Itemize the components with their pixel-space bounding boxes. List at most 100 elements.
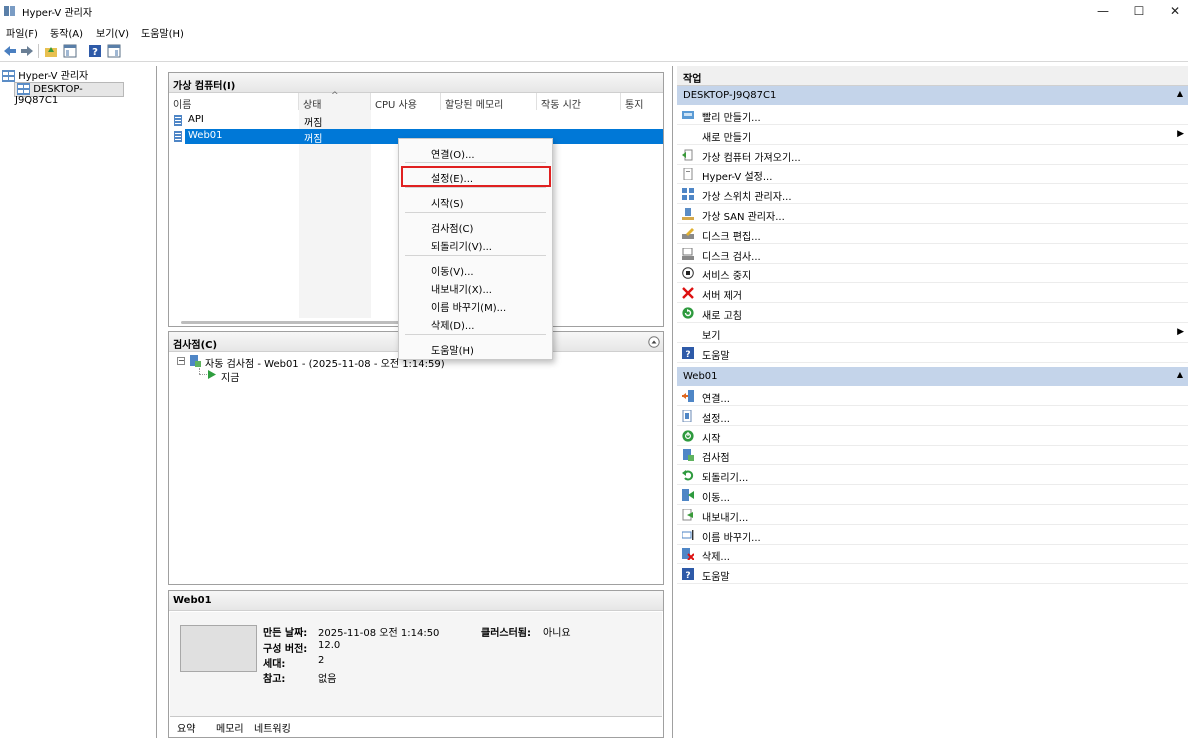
- checkpoint-now[interactable]: 지금: [221, 369, 239, 384]
- action-vm-item[interactable]: 삭제...: [677, 545, 1188, 565]
- checkpoint-icon: [682, 449, 694, 462]
- close-button[interactable]: ✕: [1157, 0, 1188, 22]
- action-server-item[interactable]: 서버 제거: [677, 284, 1188, 304]
- context-menu-item[interactable]: 연결(O)...: [399, 143, 552, 161]
- forward-arrow-icon[interactable]: [20, 44, 34, 58]
- action-vm-item[interactable]: 이름 바꾸기...: [677, 526, 1188, 545]
- context-menu-item[interactable]: 되돌리기(V)...: [399, 235, 552, 253]
- server-icon: [17, 83, 30, 95]
- action-server-item[interactable]: 디스크 편집...: [677, 225, 1188, 244]
- action-vm-item[interactable]: 되돌리기...: [677, 466, 1188, 486]
- action-vm-item[interactable]: 시작: [677, 427, 1188, 446]
- toolbar-divider: [38, 44, 39, 58]
- action-vm-item-label: 삭제...: [702, 552, 730, 564]
- context-menu-item[interactable]: 삭제(D)...: [399, 314, 552, 332]
- switch-icon: [682, 188, 694, 201]
- action-vm-item-label: 이동...: [702, 493, 730, 504]
- action-server-item[interactable]: ? 도움말: [677, 344, 1188, 363]
- collapse-caret-icon[interactable]: ▲: [1177, 370, 1183, 379]
- action-server-header[interactable]: DESKTOP-J9Q87C1 ▲: [677, 86, 1188, 105]
- notes-value: 없음: [318, 674, 337, 685]
- action-vm-item[interactable]: 검사점: [677, 446, 1188, 466]
- show-hide-tree-icon[interactable]: [63, 44, 77, 58]
- col-status[interactable]: 통지: [621, 93, 663, 111]
- menu-help[interactable]: 도움말(H): [141, 25, 184, 40]
- tab-networking[interactable]: 네트워킹: [254, 720, 291, 735]
- action-server-item[interactable]: 새로 고침: [677, 304, 1188, 323]
- context-menu-item[interactable]: 도움말(H): [399, 339, 552, 357]
- tree-expander-icon[interactable]: −: [177, 357, 185, 365]
- context-menu-separator: [405, 255, 546, 256]
- action-server-item[interactable]: 가상 컴퓨터 가져오기...: [677, 146, 1188, 165]
- vm-thumbnail: [180, 625, 257, 672]
- tree-line: [199, 374, 207, 375]
- context-menu-item[interactable]: 검사점(C): [399, 217, 552, 235]
- action-server-item-label: 디스크 검사...: [702, 251, 761, 263]
- toolbar: ?: [0, 41, 1188, 62]
- context-menu-item[interactable]: 시작(S): [399, 192, 552, 210]
- action-vm-item[interactable]: 이동...: [677, 486, 1188, 505]
- show-hide-actions-icon[interactable]: [107, 44, 121, 58]
- context-menu-item[interactable]: 이름 바꾸기(M)...: [399, 296, 552, 314]
- context-menu-item[interactable]: 이동(V)...: [399, 260, 552, 278]
- svg-text:?: ?: [685, 350, 690, 359]
- action-server-item[interactable]: 보기 ▶: [677, 324, 1188, 343]
- up-folder-icon[interactable]: [44, 44, 58, 58]
- cluster-value: 아니요: [543, 628, 571, 639]
- col-cpu[interactable]: CPU 사용: [371, 93, 441, 111]
- context-menu-separator: [405, 162, 546, 163]
- action-server-header-label: DESKTOP-J9Q87C1: [683, 90, 777, 101]
- collapse-icon[interactable]: [648, 336, 660, 348]
- action-server-item-label: 디스크 편집...: [702, 231, 761, 243]
- action-server-item-label: 서비스 중지: [702, 271, 752, 283]
- tab-memory[interactable]: 메모리: [216, 720, 244, 735]
- details-panel: Web01 만든 날짜: 2025-11-08 오전 1:14:50 클러스터됨…: [168, 590, 664, 738]
- context-menu-item[interactable]: 내보내기(X)...: [399, 278, 552, 296]
- tree-root[interactable]: Hyper-V 관리자: [2, 67, 88, 82]
- action-server-item[interactable]: 새로 만들기 ▶: [677, 126, 1188, 145]
- created-value: 2025-11-08 오전 1:14:50: [318, 628, 440, 639]
- horizontal-scrollbar[interactable]: [181, 321, 421, 324]
- action-server-item[interactable]: 서비스 중지: [677, 264, 1188, 284]
- tabs-divider: [170, 716, 662, 717]
- vm-state: 꺼짐: [304, 134, 323, 145]
- action-server-item[interactable]: 빨리 만들기...: [677, 106, 1188, 125]
- action-server-item[interactable]: 디스크 검사...: [677, 245, 1188, 264]
- action-vm-header[interactable]: Web01 ▲: [677, 367, 1188, 386]
- col-name[interactable]: 이름: [169, 93, 299, 111]
- settings-doc-icon: [682, 167, 694, 181]
- context-menu-separator: [405, 187, 546, 188]
- col-memory[interactable]: 할당된 메모리: [441, 93, 537, 111]
- tree-server[interactable]: DESKTOP-J9Q87C1: [14, 82, 124, 106]
- vm-state: 꺼짐: [304, 118, 323, 129]
- svg-text:?: ?: [685, 571, 690, 580]
- action-server-item[interactable]: 가상 SAN 관리자...: [677, 205, 1188, 224]
- context-menu-separator: [405, 212, 546, 213]
- action-vm-item-label: 이름 바꾸기...: [702, 532, 761, 544]
- delete-icon: [682, 548, 695, 562]
- action-server-item[interactable]: 가상 스위치 관리자...: [677, 185, 1188, 205]
- start-icon: [682, 429, 694, 442]
- action-server-item-label: Hyper-V 설정...: [702, 172, 773, 184]
- svg-text:?: ?: [92, 47, 98, 58]
- menu-file[interactable]: 파일(F): [6, 25, 38, 40]
- maximize-button[interactable]: ☐: [1121, 0, 1157, 22]
- settings-highlight-box: [401, 166, 551, 187]
- action-vm-item[interactable]: 설정...: [677, 407, 1188, 426]
- help-icon[interactable]: ?: [88, 44, 102, 58]
- action-vm-item[interactable]: ? 도움말: [677, 565, 1188, 585]
- action-vm-item-label: 설정...: [702, 413, 730, 425]
- sort-ascending-icon: ^: [331, 91, 339, 101]
- action-vm-item[interactable]: 내보내기...: [677, 506, 1188, 525]
- menu-view[interactable]: 보기(V): [96, 25, 129, 40]
- collapse-caret-icon[interactable]: ▲: [1177, 89, 1183, 98]
- minimize-button[interactable]: —: [1085, 0, 1121, 22]
- vm-row-api[interactable]: API 꺼짐: [169, 113, 663, 129]
- col-uptime[interactable]: 작동 시간: [537, 93, 621, 111]
- menu-action[interactable]: 동작(A): [50, 25, 83, 40]
- tab-summary[interactable]: 요약: [177, 720, 195, 735]
- action-server-item[interactable]: Hyper-V 설정...: [677, 165, 1188, 185]
- back-arrow-icon[interactable]: [3, 44, 17, 58]
- action-vm-item[interactable]: 연결...: [677, 387, 1188, 406]
- pane-splitter[interactable]: [672, 66, 673, 738]
